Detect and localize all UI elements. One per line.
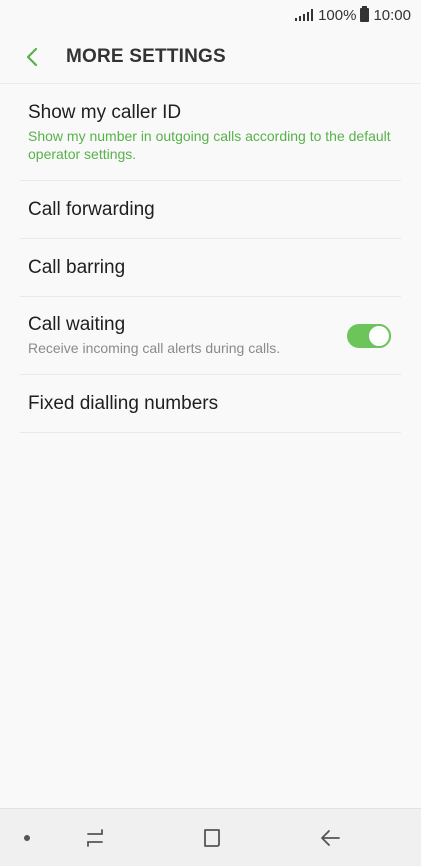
setting-call-waiting[interactable]: Call waiting Receive incoming call alert… (20, 297, 401, 375)
nav-recents-button[interactable] (80, 823, 110, 853)
signal-icon (295, 9, 314, 21)
battery-icon (360, 6, 370, 22)
back-button[interactable] (0, 30, 64, 84)
setting-title: Show my caller ID (28, 102, 182, 123)
setting-title: Call barring (28, 256, 126, 278)
chevron-left-icon (26, 47, 38, 66)
home-icon (204, 829, 220, 847)
recents-icon (87, 829, 103, 847)
page-title: MORE SETTINGS (66, 45, 226, 67)
setting-show-caller-id[interactable]: Show my caller ID Show my number in outg… (20, 85, 401, 181)
setting-title: Call forwarding (28, 198, 155, 220)
status-bar: 100% 10:00 (0, 0, 421, 30)
battery-percentage: 100% (318, 6, 357, 24)
setting-subtitle: Show my number in outgoing calls accordi… (28, 128, 391, 162)
nav-back-button[interactable] (315, 823, 345, 853)
navigation-bar (0, 808, 421, 866)
app-header: MORE SETTINGS (0, 30, 421, 84)
call-waiting-toggle[interactable] (347, 323, 391, 348)
screen: 100% 10:00 MORE SETTINGS Show my caller … (0, 0, 421, 866)
clock: 10:00 (373, 6, 411, 24)
back-arrow-icon (321, 830, 340, 846)
setting-subtitle: Receive incoming call alerts during call… (28, 340, 281, 356)
setting-title: Call waiting (28, 314, 126, 335)
setting-call-forwarding[interactable]: Call forwarding (20, 181, 401, 239)
settings-list: Show my caller ID Show my number in outg… (0, 85, 421, 433)
toggle-knob (367, 323, 391, 348)
nav-indicator-dot (24, 835, 30, 841)
nav-home-button[interactable] (197, 823, 227, 853)
setting-call-barring[interactable]: Call barring (20, 239, 401, 297)
setting-fixed-dialling-numbers[interactable]: Fixed dialling numbers (20, 375, 401, 433)
setting-title: Fixed dialling numbers (28, 392, 219, 414)
